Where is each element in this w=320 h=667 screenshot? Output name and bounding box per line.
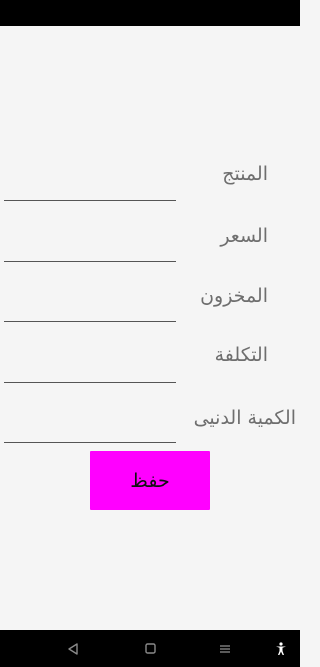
- cost-input[interactable]: [4, 360, 176, 383]
- price-input[interactable]: [4, 239, 176, 262]
- cost-row: التكلفة: [0, 344, 300, 394]
- product-label: المنتج: [222, 163, 268, 185]
- stock-input[interactable]: [4, 299, 176, 322]
- home-icon: [144, 643, 156, 654]
- accessibility-icon: [276, 641, 286, 655]
- price-label: السعر: [220, 225, 268, 247]
- price-row: السعر: [0, 225, 300, 275]
- back-button[interactable]: [62, 630, 84, 667]
- min-quantity-row: الكمية الدنيى: [0, 407, 300, 457]
- save-button[interactable]: حفظ: [90, 451, 210, 510]
- status-bar: [0, 0, 300, 26]
- stock-row: المخزون: [0, 285, 300, 335]
- recents-button[interactable]: [214, 630, 236, 667]
- back-icon: [68, 642, 78, 655]
- min-quantity-label: الكمية الدنيى: [193, 407, 296, 429]
- min-quantity-input[interactable]: [4, 420, 176, 443]
- accessibility-button[interactable]: [271, 630, 291, 667]
- navigation-bar: [0, 630, 300, 667]
- stock-label: المخزون: [200, 285, 268, 307]
- home-button[interactable]: [139, 630, 161, 667]
- cost-label: التكلفة: [214, 344, 268, 366]
- product-input[interactable]: [4, 178, 176, 201]
- product-row: المنتج: [0, 163, 300, 213]
- recents-icon: [220, 644, 230, 653]
